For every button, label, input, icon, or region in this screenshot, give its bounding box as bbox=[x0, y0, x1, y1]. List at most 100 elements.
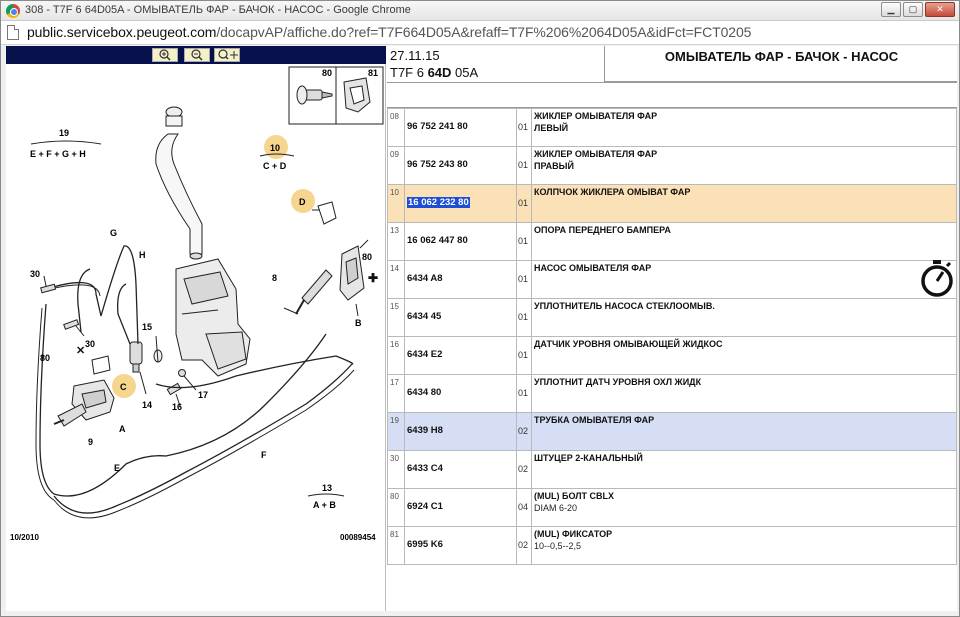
label-10: 10 bbox=[270, 143, 280, 153]
position-cell: 08 bbox=[387, 108, 405, 147]
reference-cell[interactable]: 6434 E2 bbox=[404, 336, 517, 375]
parts-row[interactable]: 17 6434 80 01 УПЛОТНИТ ДАТЧ УРОВНЯ ОХЛ ЖИДК bbox=[387, 374, 957, 413]
maximize-button[interactable]: ▢ bbox=[903, 2, 923, 17]
reference-cell[interactable]: 6433 C4 bbox=[404, 450, 517, 489]
part-reference[interactable]: 96 752 241 80 bbox=[407, 121, 468, 132]
reference-cell[interactable]: 16 062 447 80 bbox=[404, 222, 517, 261]
zoom-out-icon[interactable] bbox=[184, 48, 210, 62]
description-cell: ДАТЧИК УРОВНЯ ОМЫВАЮЩЕЙ ЖИДКОС bbox=[531, 336, 957, 375]
part-reference[interactable]: 96 752 243 80 bbox=[407, 159, 468, 170]
position-cell: 13 bbox=[387, 222, 405, 261]
description-line-1: ЖИКЛЕР ОМЫВАТЕЛЯ ФАР bbox=[534, 111, 658, 121]
diagram-date: 10/2010 bbox=[10, 533, 39, 542]
position-number: 08 bbox=[390, 112, 399, 121]
position-cell: 09 bbox=[387, 146, 405, 185]
quantity: 01 bbox=[518, 350, 529, 360]
parts-diagram: 80 81 19 E + F + G + H 10 C + D 13 A + B bbox=[10, 66, 384, 542]
label-B: B bbox=[355, 318, 362, 328]
zoom-fit-icon[interactable] bbox=[214, 48, 240, 62]
position-cell: 81 bbox=[387, 526, 405, 565]
quantity-cell: 01 bbox=[516, 146, 532, 185]
quantity: 01 bbox=[518, 236, 529, 246]
part-reference[interactable]: 6434 80 bbox=[407, 387, 441, 398]
reference-cell[interactable]: 96 752 241 80 bbox=[404, 108, 517, 147]
part-reference[interactable]: 6433 C4 bbox=[407, 463, 443, 474]
header-reference: T7F 6 64D 05A bbox=[387, 64, 604, 82]
close-button[interactable]: ✕ bbox=[925, 2, 955, 17]
url-host: public.servicebox.peugeot.com bbox=[27, 24, 217, 40]
label-15: 15 bbox=[142, 322, 152, 332]
reference-cell[interactable]: 6995 K6 bbox=[404, 526, 517, 565]
header-title-box: ОМЫВАТЕЛЬ ФАР - БАЧОК - НАСОС bbox=[604, 46, 957, 82]
connector-30-upper bbox=[40, 283, 57, 294]
description-line-2: ЛЕВЫЙ bbox=[534, 123, 569, 133]
part-reference[interactable]: 16 062 232 80 bbox=[407, 197, 470, 208]
part-reference[interactable]: 6434 45 bbox=[407, 311, 441, 322]
parts-row[interactable]: 09 96 752 243 80 01 ЖИКЛЕР ОМЫВАТЕЛЯ ФАР ПРА… bbox=[387, 146, 957, 185]
cross-mark-left: ✕ bbox=[76, 345, 85, 357]
url-text[interactable]: public.servicebox.peugeot.com/docapvAP/a… bbox=[27, 24, 751, 40]
label-81-inset: 81 bbox=[368, 68, 378, 78]
stopwatch-icon[interactable] bbox=[919, 258, 955, 298]
parts-table: 08 96 752 241 80 01 ЖИКЛЕР ОМЫВАТЕЛЯ ФАР ЛЕВ… bbox=[387, 108, 957, 565]
jet-bracket-right bbox=[339, 245, 365, 301]
quantity: 01 bbox=[518, 274, 529, 284]
reference-cell[interactable]: 16 062 232 80 bbox=[404, 184, 517, 223]
parts-row[interactable]: 19 6439 H8 02 ТРУБКА ОМЫВАТЕЛЯ ФАР bbox=[387, 412, 957, 451]
part-reference[interactable]: 16 062 447 80 bbox=[407, 235, 468, 246]
page-content: 80 81 19 E + F + G + H 10 C + D 13 A + B bbox=[6, 46, 957, 611]
parts-row[interactable]: 08 96 752 241 80 01 ЖИКЛЕР ОМЫВАТЕЛЯ ФАР ЛЕВ… bbox=[387, 108, 957, 147]
part-reference[interactable]: 6434 E2 bbox=[407, 349, 442, 360]
description-cell: ТРУБКА ОМЫВАТЕЛЯ ФАР bbox=[531, 412, 957, 451]
page-title: ОМЫВАТЕЛЬ ФАР - БАЧОК - НАСОС bbox=[664, 49, 899, 64]
reference-cell[interactable]: 96 752 243 80 bbox=[404, 146, 517, 185]
quantity: 04 bbox=[518, 502, 529, 512]
quantity: 01 bbox=[518, 122, 529, 132]
quantity-cell: 01 bbox=[516, 222, 532, 261]
part-reference[interactable]: 6924 C1 bbox=[407, 501, 443, 512]
position-cell: 17 bbox=[387, 374, 405, 413]
reference-cell[interactable]: 6434 80 bbox=[404, 374, 517, 413]
title-bar: 308 - T7F 6 64D05A - ОМЫВАТЕЛЬ ФАР - БАЧ… bbox=[1, 1, 959, 21]
reference-cell[interactable]: 6439 H8 bbox=[404, 412, 517, 451]
description-cell: УПЛОТНИТЕЛЬ НАСОСА СТЕКЛООМЫВ. bbox=[531, 298, 957, 337]
parts-row[interactable]: 13 16 062 447 80 01 ОПОРА ПЕРЕДНЕГО БАМПЕРА bbox=[387, 222, 957, 261]
parts-row[interactable]: 16 6434 E2 01 ДАТЧИК УРОВНЯ ОМЫВАЮЩЕЙ ЖИДКО… bbox=[387, 336, 957, 375]
address-bar[interactable]: public.servicebox.peugeot.com/docapvAP/a… bbox=[1, 21, 959, 45]
parts-row[interactable]: 15 6434 45 01 УПЛОТНИТЕЛЬ НАСОСА СТЕКЛООМЫВ… bbox=[387, 298, 957, 337]
zoom-toolbar bbox=[6, 46, 386, 64]
quantity: 01 bbox=[518, 388, 529, 398]
url-path: /docapvAP/affiche.do?ref=T7F664D05A&refa… bbox=[216, 24, 752, 40]
parts-row[interactable]: 30 6433 C4 02 ШТУЦЕР 2-КАНАЛЬНЫЙ bbox=[387, 450, 957, 489]
label-30-lower: 30 bbox=[85, 339, 95, 349]
parts-row[interactable]: 80 6924 C1 04 (MUL) БОЛТ CBLX DIAM 6-20 bbox=[387, 488, 957, 527]
label-13: 13 bbox=[322, 483, 332, 493]
reference-cell[interactable]: 6924 C1 bbox=[404, 488, 517, 527]
parts-row[interactable]: 81 6995 K6 02 (MUL) ФИКСАТОР 10--0,5--2,5 bbox=[387, 526, 957, 565]
position-number: 13 bbox=[390, 226, 399, 235]
label-30-upper: 30 bbox=[30, 269, 40, 279]
part-reference[interactable]: 6434 A8 bbox=[407, 273, 443, 284]
parts-row[interactable]: 10 16 062 232 80 01 КОЛПЧОК ЖИКЛЕРА ОМЫВАТ … bbox=[387, 184, 957, 223]
chrome-icon bbox=[6, 4, 20, 18]
quantity-cell: 02 bbox=[516, 412, 532, 451]
label-9: 9 bbox=[88, 437, 93, 447]
reference-cell[interactable]: 6434 A8 bbox=[404, 260, 517, 299]
minimize-button[interactable]: ▁ bbox=[881, 2, 901, 17]
quantity-cell: 02 bbox=[516, 526, 532, 565]
position-cell: 19 bbox=[387, 412, 405, 451]
label-E: E bbox=[114, 463, 120, 473]
position-cell: 15 bbox=[387, 298, 405, 337]
quantity-cell: 04 bbox=[516, 488, 532, 527]
label-19: 19 bbox=[59, 128, 69, 138]
header-spacer bbox=[387, 82, 957, 108]
parts-row[interactable]: 14 6434 A8 01 НАСОС ОМЫВАТЕЛЯ ФАР bbox=[387, 260, 957, 299]
label-D: D bbox=[299, 197, 306, 207]
label-C: C bbox=[120, 382, 127, 392]
position-cell: 80 bbox=[387, 488, 405, 527]
zoom-in-icon[interactable] bbox=[152, 48, 178, 62]
part-reference[interactable]: 6995 K6 bbox=[407, 539, 443, 550]
label-10-sub: C + D bbox=[263, 161, 287, 171]
reference-cell[interactable]: 6434 45 bbox=[404, 298, 517, 337]
part-reference[interactable]: 6439 H8 bbox=[407, 425, 443, 436]
